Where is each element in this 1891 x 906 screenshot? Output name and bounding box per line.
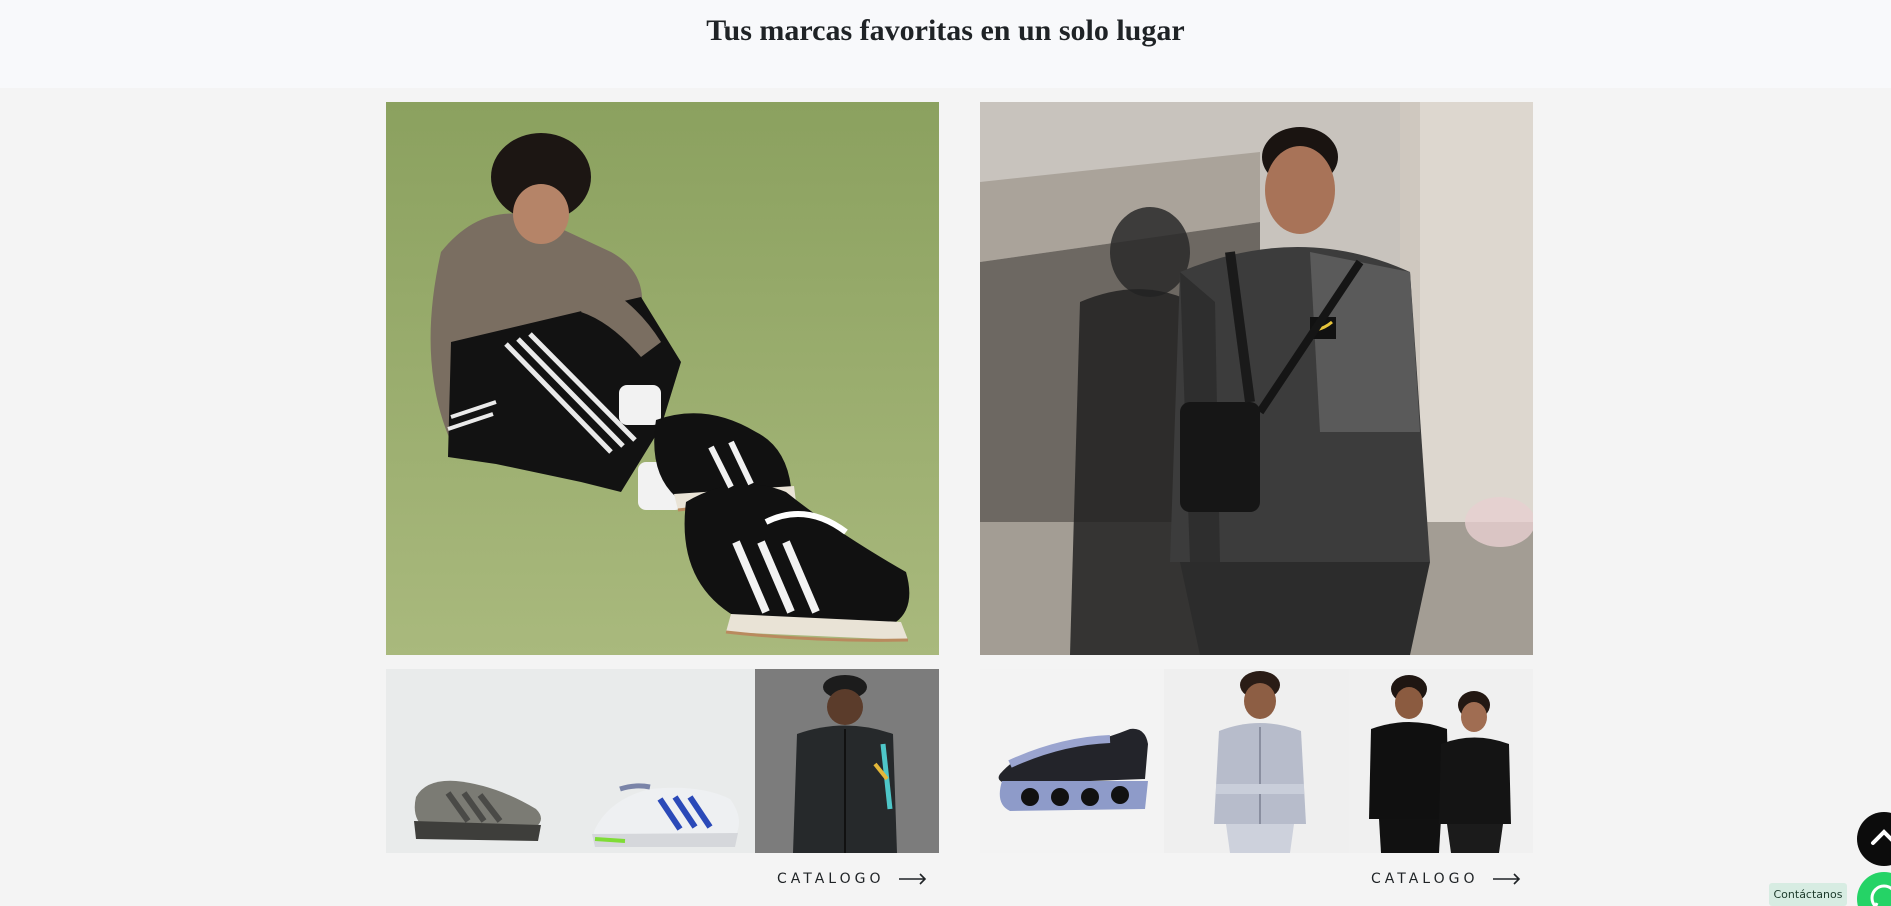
adidas-thumb-jacket-model[interactable] (755, 669, 939, 853)
nike-thumb-tech-fleece[interactable] (1164, 669, 1349, 853)
arrow-right-icon (898, 873, 926, 885)
adidas-catalog-link[interactable]: CATALOGO (777, 868, 927, 890)
nike-thumb-vapormax[interactable] (980, 669, 1164, 853)
adidas-thumb-sneaker-grey[interactable] (386, 669, 570, 853)
nike-hero-image[interactable] (980, 102, 1533, 655)
contact-label[interactable]: Contáctanos (1769, 883, 1847, 906)
whatsapp-icon (1870, 884, 1891, 906)
catalog-label: CATALOGO (777, 871, 885, 887)
chevron-up-icon (1871, 829, 1891, 845)
adidas-thumb-sneaker-white[interactable] (570, 669, 755, 853)
nike-catalog-link[interactable]: CATALOGO (1371, 868, 1521, 890)
arrow-right-icon (1492, 873, 1520, 885)
catalog-label: CATALOGO (1371, 871, 1479, 887)
nike-thumb-crewneck-models[interactable] (1349, 669, 1533, 853)
adidas-hero-image[interactable] (386, 102, 939, 655)
scroll-to-top-button[interactable] (1857, 812, 1891, 866)
page-title: Tus marcas favoritas en un solo lugar (706, 14, 1185, 47)
whatsapp-button[interactable] (1857, 872, 1891, 906)
